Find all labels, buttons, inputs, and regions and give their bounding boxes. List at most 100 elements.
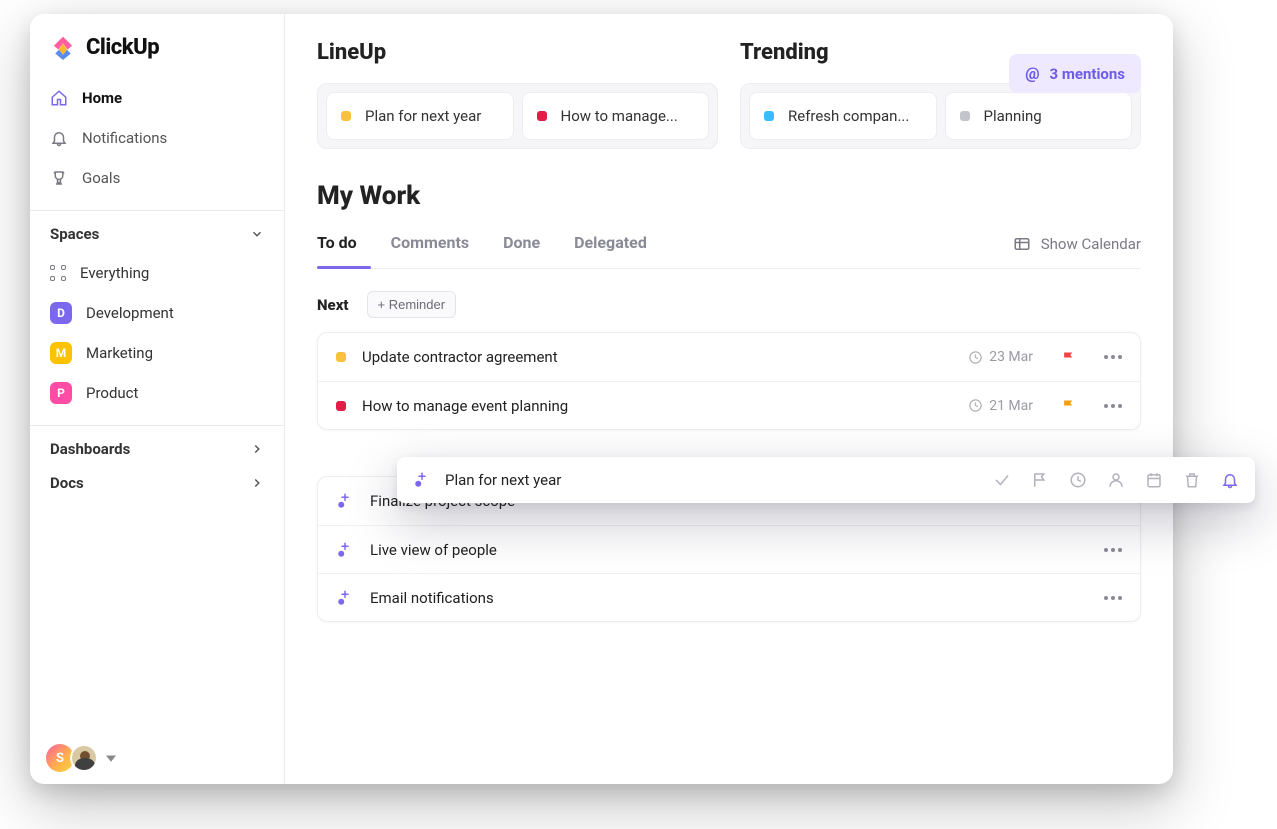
lineup-card-1-label: How to manage... bbox=[561, 107, 678, 125]
caret-down-icon bbox=[106, 753, 116, 763]
clickup-logo-icon bbox=[50, 34, 76, 60]
popover-title: Plan for next year bbox=[445, 471, 561, 489]
assignee-icon[interactable] bbox=[1107, 471, 1125, 489]
chevron-down-icon bbox=[250, 227, 264, 241]
space-badge-development: D bbox=[50, 302, 72, 324]
dashboards-label: Dashboards bbox=[50, 440, 130, 458]
task-row[interactable]: Email notifications bbox=[318, 573, 1140, 621]
show-calendar-toggle[interactable]: Show Calendar bbox=[1013, 235, 1141, 267]
status-dot bbox=[764, 111, 774, 121]
mentions-pill[interactable]: @ 3 mentions bbox=[1009, 54, 1141, 93]
primary-nav: Home Notifications Goals bbox=[30, 78, 284, 210]
more-icon[interactable] bbox=[1104, 548, 1122, 552]
space-development[interactable]: D Development bbox=[40, 293, 274, 333]
clock-icon bbox=[968, 350, 983, 365]
chevron-right-icon bbox=[250, 476, 264, 490]
reminder-icon bbox=[336, 492, 354, 510]
trending-card-0-label: Refresh compan... bbox=[788, 107, 909, 125]
lineup-section: LineUp Plan for next year How to manage.… bbox=[317, 40, 718, 149]
mywork-title: My Work bbox=[317, 181, 1141, 211]
trending-card-1-label: Planning bbox=[984, 107, 1042, 125]
lineup-cards: Plan for next year How to manage... bbox=[317, 83, 718, 149]
task-title: How to manage event planning bbox=[362, 397, 568, 415]
tab-comments[interactable]: Comments bbox=[391, 233, 469, 268]
docs-section[interactable]: Docs bbox=[30, 468, 284, 502]
trending-card-1[interactable]: Planning bbox=[945, 92, 1133, 140]
trending-card-0[interactable]: Refresh compan... bbox=[749, 92, 937, 140]
task-row[interactable]: Live view of people bbox=[318, 525, 1140, 573]
status-dot bbox=[341, 111, 351, 121]
reminder-icon bbox=[336, 541, 354, 559]
docs-label: Docs bbox=[50, 474, 84, 492]
task-group-next: Update contractor agreement 23 Mar How t… bbox=[317, 332, 1141, 430]
more-icon[interactable] bbox=[1104, 596, 1122, 600]
flag-icon[interactable] bbox=[1031, 471, 1049, 489]
trash-icon[interactable] bbox=[1183, 471, 1201, 489]
panel-icon bbox=[1013, 235, 1031, 253]
space-badge-product: P bbox=[50, 382, 72, 404]
spaces-list: Everything D Development M Marketing P P… bbox=[30, 253, 284, 425]
status-dot bbox=[336, 401, 346, 411]
next-label: Next bbox=[317, 296, 349, 314]
nav-home-label: Home bbox=[82, 89, 122, 107]
spaces-header[interactable]: Spaces bbox=[30, 210, 284, 253]
nav-notifications[interactable]: Notifications bbox=[40, 118, 274, 158]
nav-home[interactable]: Home bbox=[40, 78, 274, 118]
tab-delegated[interactable]: Delegated bbox=[574, 233, 647, 268]
dashboards-section[interactable]: Dashboards bbox=[30, 425, 284, 468]
space-marketing[interactable]: M Marketing bbox=[40, 333, 274, 373]
mentions-label: 3 mentions bbox=[1050, 65, 1125, 83]
task-row[interactable]: How to manage event planning 21 Mar bbox=[318, 381, 1140, 429]
reminder-icon bbox=[413, 471, 431, 489]
status-dot bbox=[336, 352, 346, 362]
reminder-icon bbox=[336, 589, 354, 607]
nav-goals[interactable]: Goals bbox=[40, 158, 274, 198]
space-marketing-label: Marketing bbox=[86, 344, 153, 362]
calendar-icon[interactable] bbox=[1145, 471, 1163, 489]
clock-icon[interactable] bbox=[1069, 471, 1087, 489]
space-everything-label: Everything bbox=[80, 264, 149, 282]
everything-icon bbox=[50, 265, 66, 281]
workspace-switcher[interactable]: S bbox=[30, 732, 284, 784]
status-dot bbox=[960, 111, 970, 121]
flag-icon[interactable] bbox=[1061, 350, 1076, 365]
bell-icon[interactable] bbox=[1221, 471, 1239, 489]
lineup-card-0-label: Plan for next year bbox=[365, 107, 481, 125]
task-date: 21 Mar bbox=[968, 398, 1033, 414]
main-content: @ 3 mentions LineUp Plan for next year H… bbox=[285, 14, 1173, 784]
space-product-label: Product bbox=[86, 384, 138, 402]
task-title: Email notifications bbox=[370, 589, 494, 607]
more-icon[interactable] bbox=[1104, 355, 1122, 359]
brand-logo[interactable]: ClickUp bbox=[30, 14, 284, 78]
lineup-card-1[interactable]: How to manage... bbox=[522, 92, 710, 140]
space-product[interactable]: P Product bbox=[40, 373, 274, 413]
task-date: 23 Mar bbox=[968, 349, 1033, 365]
space-badge-marketing: M bbox=[50, 342, 72, 364]
status-dot bbox=[537, 111, 547, 121]
more-icon[interactable] bbox=[1104, 404, 1122, 408]
brand-name: ClickUp bbox=[86, 35, 159, 60]
task-title: Live view of people bbox=[370, 541, 497, 559]
tab-todo[interactable]: To do bbox=[317, 233, 357, 268]
sidebar: ClickUp Home Notifications Goals Spaces bbox=[30, 14, 285, 784]
trophy-icon bbox=[50, 169, 68, 187]
add-reminder-button[interactable]: + Reminder bbox=[367, 291, 457, 318]
clock-icon bbox=[968, 398, 983, 413]
check-icon[interactable] bbox=[993, 471, 1011, 489]
task-quick-actions-popover: Plan for next year bbox=[397, 457, 1255, 503]
task-row[interactable]: Update contractor agreement 23 Mar bbox=[318, 333, 1140, 381]
task-title: Update contractor agreement bbox=[362, 348, 558, 366]
avatar-member bbox=[70, 744, 98, 772]
spaces-header-label: Spaces bbox=[50, 225, 99, 243]
lineup-card-0[interactable]: Plan for next year bbox=[326, 92, 514, 140]
show-calendar-label: Show Calendar bbox=[1041, 235, 1141, 253]
home-icon bbox=[50, 89, 68, 107]
chevron-right-icon bbox=[250, 442, 264, 456]
space-development-label: Development bbox=[86, 304, 174, 322]
tab-done[interactable]: Done bbox=[503, 233, 540, 268]
lineup-title: LineUp bbox=[317, 40, 718, 65]
nav-goals-label: Goals bbox=[82, 169, 120, 187]
flag-icon[interactable] bbox=[1061, 398, 1076, 413]
at-icon: @ bbox=[1025, 64, 1039, 83]
space-everything[interactable]: Everything bbox=[40, 253, 274, 293]
